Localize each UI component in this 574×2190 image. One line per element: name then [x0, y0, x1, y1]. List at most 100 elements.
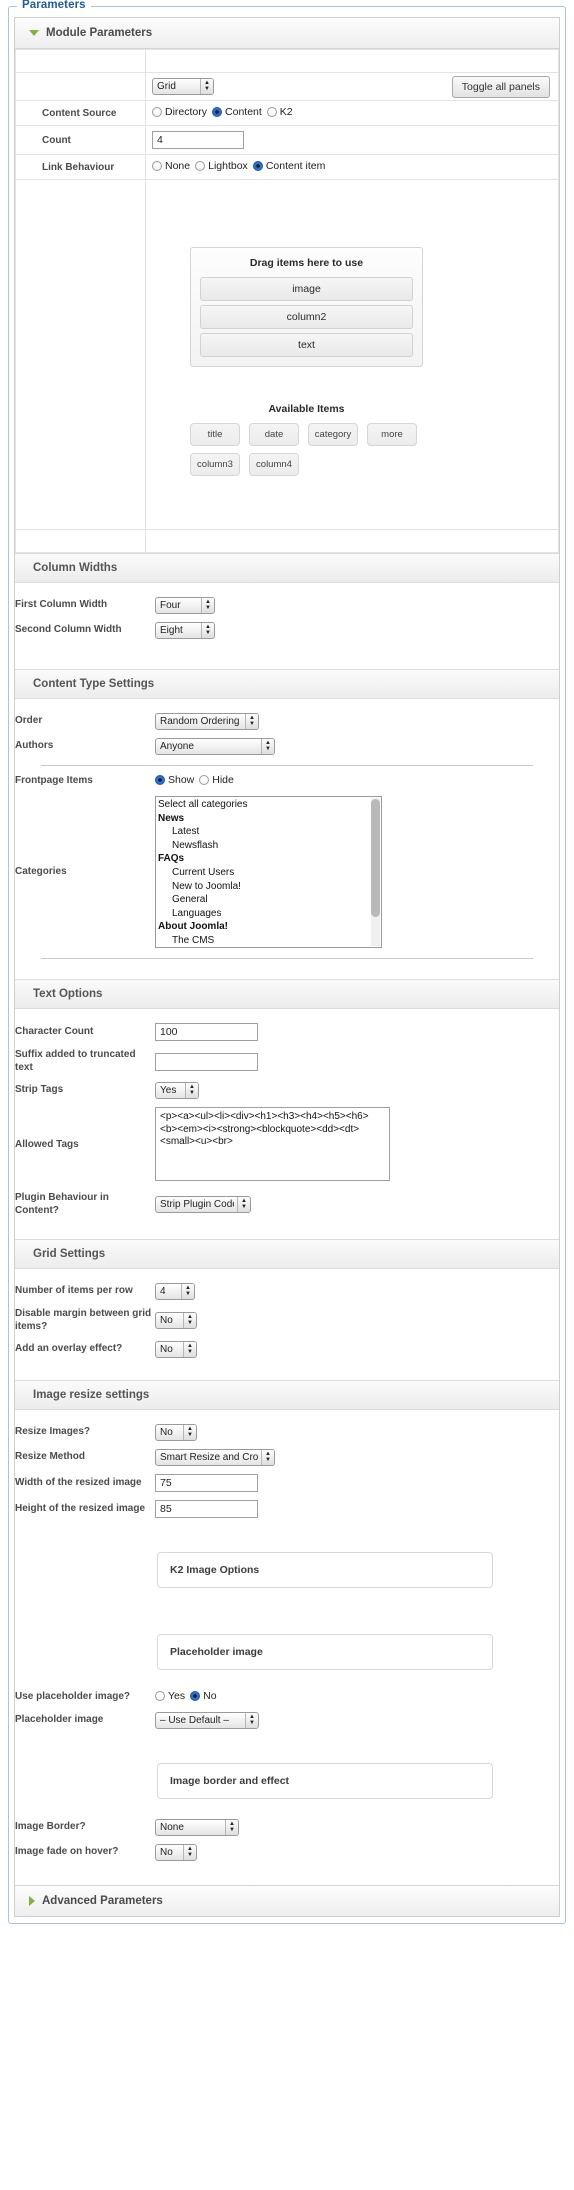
- drop-item-image[interactable]: image: [200, 276, 413, 301]
- layout-select[interactable]: Grid: [152, 78, 214, 95]
- row-disable-margin: Disable margin between grid items? No ▲ ▼: [15, 1304, 559, 1337]
- height-input[interactable]: [155, 1500, 258, 1518]
- resize-images-wrap[interactable]: No ▲ ▼: [155, 1424, 197, 1441]
- chip-more[interactable]: more: [367, 422, 417, 446]
- radio-placeholder-yes[interactable]: Yes: [155, 1690, 185, 1702]
- authors-select-wrap[interactable]: Anyone ▲ ▼: [155, 738, 275, 755]
- radio-content[interactable]: Content: [212, 106, 262, 118]
- module-parameters-header[interactable]: Module Parameters: [15, 18, 559, 49]
- disable-margin-wrap[interactable]: No ▲ ▼: [155, 1312, 197, 1329]
- chip-column3[interactable]: column3: [190, 452, 240, 476]
- overlay-select[interactable]: No: [155, 1341, 197, 1358]
- k2-image-options-panel[interactable]: K2 Image Options: [157, 1552, 493, 1588]
- radio-directory[interactable]: Directory: [152, 106, 207, 118]
- image-fade-select[interactable]: No: [155, 1844, 197, 1861]
- items-per-row-wrap[interactable]: 4 ▲ ▼: [155, 1283, 195, 1300]
- chip-column4[interactable]: column4: [249, 452, 299, 476]
- list-item[interactable]: Newsflash: [158, 840, 381, 854]
- resize-method-wrap[interactable]: Smart Resize and Crop ▲ ▼: [155, 1449, 275, 1466]
- list-item[interactable]: New to Joomla!: [158, 881, 381, 895]
- image-border-select[interactable]: None: [155, 1819, 239, 1836]
- table-row-count: Count: [15, 125, 559, 155]
- radio-placeholder-no[interactable]: No: [190, 1690, 217, 1702]
- radio-hide-input[interactable]: [199, 775, 210, 785]
- radio-hide[interactable]: Hide: [199, 774, 234, 786]
- list-item[interactable]: News: [158, 813, 381, 827]
- list-item[interactable]: About Joomla!: [158, 921, 381, 935]
- chip-date[interactable]: date: [249, 422, 299, 446]
- image-border-wrap[interactable]: None ▲ ▼: [155, 1819, 239, 1836]
- order-select-wrap[interactable]: Random Ordering ▲ ▼: [155, 713, 259, 730]
- order-select[interactable]: Random Ordering: [155, 713, 259, 730]
- radio-content-input[interactable]: [212, 107, 223, 117]
- chip-category[interactable]: category: [308, 422, 358, 446]
- list-item[interactable]: Latest: [158, 826, 381, 840]
- list-item[interactable]: Current Users: [158, 867, 381, 881]
- radio-directory-input[interactable]: [152, 107, 162, 117]
- radio-placeholder-no-input[interactable]: [190, 1691, 201, 1701]
- frontpage-radios[interactable]: Show Hide: [155, 774, 234, 786]
- scrollbar-thumb[interactable]: [371, 799, 380, 917]
- drop-item-column2[interactable]: column2: [200, 304, 413, 329]
- dropzone[interactable]: Drag items here to use image column2 tex…: [190, 246, 423, 367]
- suffix-input[interactable]: [155, 1052, 258, 1071]
- suffix-label: Suffix added to truncated text: [15, 1049, 136, 1073]
- radio-k2[interactable]: K2: [266, 106, 293, 118]
- placeholder-image-select[interactable]: – Use Default –: [155, 1712, 259, 1729]
- allowed-tags-textarea[interactable]: <p><a><ul><li><div><h1><h3><h4><h5><h6><…: [155, 1107, 390, 1181]
- items-per-row-select[interactable]: 4: [155, 1283, 195, 1300]
- section-text-options-body: Character Count Suffix added to truncate…: [15, 1009, 559, 1239]
- strip-tags-wrap[interactable]: Yes ▲ ▼: [155, 1082, 199, 1099]
- resize-method-select[interactable]: Smart Resize and Crop: [155, 1449, 275, 1466]
- content-source-radios[interactable]: Directory Content K2: [152, 106, 293, 118]
- chevron-right-icon: [29, 1896, 35, 1906]
- plugin-behaviour-wrap[interactable]: Strip Plugin Code ▲ ▼: [155, 1196, 251, 1213]
- placeholder-image-wrap[interactable]: – Use Default – ▲ ▼: [155, 1712, 259, 1729]
- radio-show[interactable]: Show: [155, 774, 194, 786]
- character-count-input[interactable]: [155, 1023, 258, 1041]
- count-input[interactable]: [152, 131, 244, 149]
- section-grid-settings-title: Grid Settings: [15, 1239, 559, 1269]
- layout-select-wrap[interactable]: Grid ▲ ▼: [152, 78, 214, 95]
- first-column-width-select[interactable]: Four: [155, 597, 215, 614]
- radio-placeholder-yes-input[interactable]: [155, 1691, 165, 1701]
- first-column-width-wrap[interactable]: Four ▲ ▼: [155, 597, 215, 614]
- radio-show-input[interactable]: [155, 775, 165, 785]
- resize-images-select[interactable]: No: [155, 1424, 197, 1441]
- categories-listbox[interactable]: Select all categories News Latest Newsfl…: [155, 796, 382, 948]
- image-fade-wrap[interactable]: No ▲ ▼: [155, 1844, 197, 1861]
- strip-tags-select[interactable]: Yes: [155, 1082, 199, 1099]
- parameters-fieldset: Parameters Module Parameters Grid ▲ ▼ To…: [8, 0, 566, 1924]
- link-behaviour-radios[interactable]: None Lightbox Content item: [152, 160, 325, 172]
- use-placeholder-radios[interactable]: Yes No: [155, 1690, 217, 1702]
- list-item[interactable]: FAQs: [158, 853, 381, 867]
- list-item[interactable]: The CMS: [158, 935, 381, 947]
- dropzone-title: Drag items here to use: [249, 256, 364, 269]
- section-text-options-title: Text Options: [15, 979, 559, 1009]
- list-item[interactable]: Select all categories: [158, 799, 381, 813]
- image-border-effect-panel[interactable]: Image border and effect: [157, 1763, 493, 1799]
- radio-k2-input[interactable]: [266, 107, 277, 117]
- radio-lightbox[interactable]: Lightbox: [195, 160, 248, 172]
- width-input[interactable]: [155, 1474, 258, 1492]
- toggle-all-panels-button[interactable]: Toggle all panels: [451, 76, 550, 98]
- radio-lightbox-input[interactable]: [195, 161, 206, 171]
- drop-item-text[interactable]: text: [200, 332, 413, 357]
- second-column-width-wrap[interactable]: Eight ▲ ▼: [155, 622, 215, 639]
- second-column-width-select[interactable]: Eight: [155, 622, 215, 639]
- list-item[interactable]: Languages: [158, 908, 381, 922]
- overlay-wrap[interactable]: No ▲ ▼: [155, 1341, 197, 1358]
- authors-select[interactable]: Anyone: [155, 738, 275, 755]
- disable-margin-select[interactable]: No: [155, 1312, 197, 1329]
- row-plugin-behaviour: Plugin Behaviour in Content? Strip Plugi…: [15, 1188, 559, 1221]
- advanced-parameters-header[interactable]: Advanced Parameters: [15, 1885, 559, 1916]
- radio-content-item[interactable]: Content item: [252, 160, 325, 172]
- radio-none-input[interactable]: [152, 161, 162, 171]
- chip-title[interactable]: title: [190, 422, 240, 446]
- placeholder-image-panel[interactable]: Placeholder image: [157, 1634, 493, 1670]
- radio-content-item-input[interactable]: [252, 161, 263, 171]
- radio-none[interactable]: None: [152, 160, 190, 172]
- section-content-type-body: Order Random Ordering ▲ ▼ Authors Anyone…: [15, 699, 559, 979]
- list-item[interactable]: General: [158, 894, 381, 908]
- plugin-behaviour-select[interactable]: Strip Plugin Code: [155, 1196, 251, 1213]
